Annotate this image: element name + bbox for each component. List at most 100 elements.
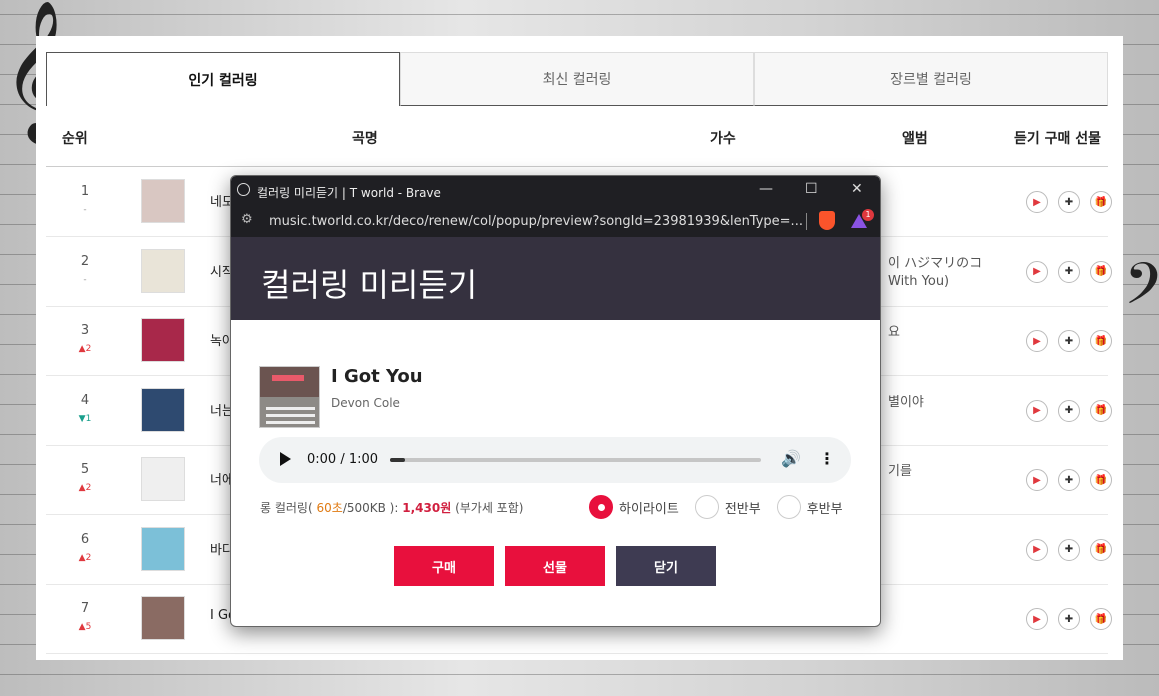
more-options-icon[interactable]: ⋮ (819, 449, 835, 468)
row-actions: ▶ ✚ 🎁 (1026, 330, 1112, 352)
preview-popup-window: 컬러링 미리듣기 | T world - Brave — ☐ ✕ ⚙ music… (230, 175, 881, 627)
buy-button[interactable]: 구매 (394, 546, 494, 586)
row-actions: ▶ ✚ 🎁 (1026, 469, 1112, 491)
audio-player: 0:00 / 1:00 🔊 ⋮ (259, 437, 851, 483)
rank-change: ▲2 (78, 344, 92, 354)
segment-options: 하이라이트 전반부 후반부 (589, 495, 843, 519)
play-icon[interactable]: ▶ (1026, 399, 1048, 422)
row-rank: 7 (80, 601, 90, 616)
row-rank: 2 (80, 253, 90, 269)
coloring-info: 롱 컬러링( 60초/500KB ): 1,430원 (부가세 포함) (260, 499, 523, 516)
info-seconds: 60초 (316, 501, 343, 515)
plus-icon[interactable]: ✚ (1058, 191, 1080, 213)
header-song: 곡명 (352, 131, 378, 147)
gift-icon[interactable]: 🎁 (1090, 538, 1112, 561)
row-thumbnail[interactable] (141, 526, 185, 571)
plus-icon[interactable]: ✚ (1058, 260, 1080, 283)
tab-genre[interactable]: 장르별 컬러링 (754, 52, 1108, 106)
maximize-icon[interactable]: ☐ (805, 181, 818, 197)
gift-icon[interactable]: 🎁 (1090, 330, 1112, 352)
row-actions: ▶ ✚ 🎁 (1026, 260, 1112, 283)
table-header: 순위 곡명 가수 앨범 듣기 구매 선물 (46, 106, 1108, 167)
row-album: 요 (888, 325, 900, 340)
gift-icon[interactable]: 🎁 (1090, 260, 1112, 283)
radio-icon[interactable] (694, 495, 719, 519)
gift-icon[interactable]: 🎁 (1090, 608, 1112, 630)
close-icon[interactable]: ✕ (851, 181, 863, 197)
bass-clef-icon: 𝄢 (1124, 250, 1159, 332)
globe-icon (237, 183, 250, 196)
gift-button[interactable]: 선물 (505, 546, 605, 586)
row-thumbnail[interactable] (141, 318, 185, 362)
row-thumbnail[interactable] (141, 457, 185, 501)
info-price: 1,430원 (402, 501, 452, 515)
row-thumbnail[interactable] (141, 387, 185, 432)
row-album: 이 ハジマリのコ With You) (888, 255, 983, 289)
option-label: 후반부 (806, 501, 843, 517)
popup-buttons: 구매 선물 닫기 (394, 546, 716, 586)
url-text[interactable]: music.tworld.co.kr/deco/renew/col/popup/… (269, 214, 803, 229)
play-icon[interactable] (280, 452, 291, 466)
header-artist: 가수 (710, 131, 736, 147)
info-vat: (부가세 포함) (455, 501, 524, 515)
row-actions: ▶ ✚ 🎁 (1026, 608, 1112, 630)
play-icon[interactable]: ▶ (1026, 469, 1048, 491)
plus-icon[interactable]: ✚ (1058, 399, 1080, 422)
play-icon[interactable]: ▶ (1026, 608, 1048, 630)
close-button[interactable]: 닫기 (616, 546, 716, 586)
plus-icon[interactable]: ✚ (1058, 538, 1080, 561)
album-art (259, 366, 320, 428)
tab-popular[interactable]: 인기 컬러링 (46, 52, 400, 106)
rank-change: - (83, 274, 87, 285)
option-label: 하이라이트 (619, 501, 679, 517)
option-first-half[interactable]: 전반부 (694, 495, 761, 519)
window-titlebar: 컬러링 미리듣기 | T world - Brave — ☐ ✕ (231, 176, 880, 206)
gift-icon[interactable]: 🎁 (1090, 399, 1112, 422)
play-icon[interactable]: ▶ (1026, 191, 1048, 213)
plus-icon[interactable]: ✚ (1058, 330, 1080, 352)
play-icon[interactable]: ▶ (1026, 538, 1048, 561)
option-second-half[interactable]: 후반부 (776, 495, 843, 519)
play-icon[interactable]: ▶ (1026, 330, 1048, 352)
plus-icon[interactable]: ✚ (1058, 608, 1080, 630)
minimize-icon[interactable]: — (759, 181, 773, 197)
radio-icon[interactable] (776, 495, 801, 519)
row-thumbnail[interactable] (141, 179, 185, 223)
player-time: 0:00 / 1:00 (307, 452, 379, 467)
volume-icon[interactable]: 🔊 (781, 449, 801, 468)
divider (806, 213, 807, 230)
option-highlight[interactable]: 하이라이트 (589, 495, 679, 519)
window-title: 컬러링 미리듣기 | T world - Brave (257, 186, 441, 200)
song-artist: Devon Cole (331, 396, 400, 410)
option-label: 전반부 (724, 501, 761, 517)
header-rank: 순위 (62, 131, 88, 147)
gift-icon[interactable]: 🎁 (1090, 469, 1112, 491)
header-album: 앨범 (902, 131, 928, 147)
plus-icon[interactable]: ✚ (1058, 469, 1080, 491)
tab-latest[interactable]: 최신 컬러링 (400, 52, 754, 106)
row-thumbnail[interactable] (141, 596, 185, 640)
seek-progress (390, 458, 405, 462)
info-size: /500KB ): (342, 501, 399, 515)
row-actions: ▶ ✚ 🎁 (1026, 191, 1112, 213)
radio-icon[interactable] (589, 495, 613, 519)
play-icon[interactable]: ▶ (1026, 260, 1048, 283)
row-rank: 5 (80, 462, 90, 477)
header-actions: 듣기 구매 선물 (1014, 131, 1102, 147)
popup-heading: 컬러링 미리듣기 (231, 237, 880, 320)
row-actions: ▶ ✚ 🎁 (1026, 399, 1112, 422)
address-bar: ⚙ music.tworld.co.kr/deco/renew/col/popu… (231, 206, 880, 237)
song-title: I Got You (331, 366, 423, 387)
gift-icon[interactable]: 🎁 (1090, 191, 1112, 213)
row-album: 별이야 (888, 394, 924, 410)
row-thumbnail[interactable] (141, 248, 185, 293)
rank-change: - (83, 205, 87, 215)
site-settings-icon[interactable]: ⚙ (241, 212, 253, 227)
row-rank: 1 (80, 184, 90, 199)
row-rank: 4 (80, 392, 90, 408)
seek-slider[interactable] (390, 458, 761, 462)
rank-change: ▲2 (78, 552, 92, 563)
brave-shields-icon[interactable] (819, 211, 835, 230)
chart-tabs: 인기 컬러링 최신 컬러링 장르별 컬러링 (46, 52, 1108, 106)
rank-change: ▲2 (78, 483, 92, 493)
